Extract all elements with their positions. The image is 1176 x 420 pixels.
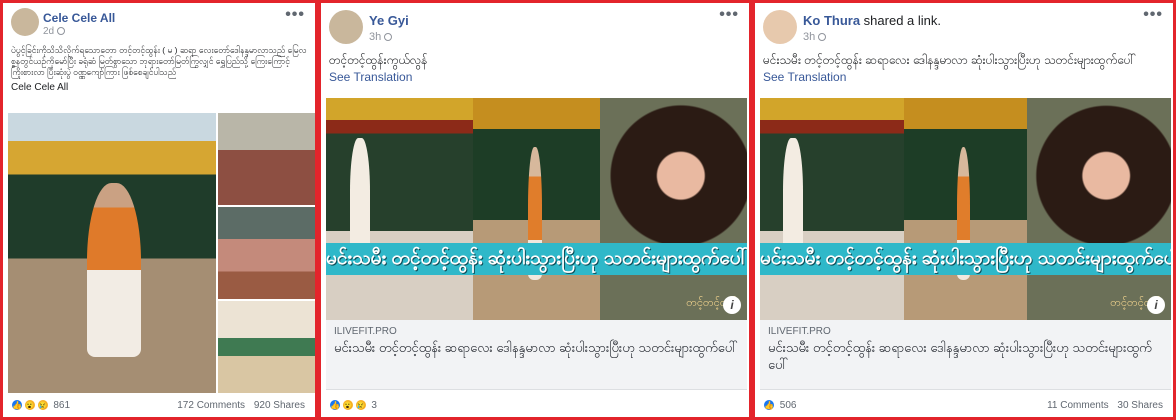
reaction-count: 861 [53, 400, 71, 411]
wow-reaction-icon: 😮 [341, 399, 354, 412]
more-options-icon[interactable]: ••• [719, 6, 739, 24]
link-preview-image[interactable]: မင်းသမီး တင့်တင့်ထွန်း ဆုံးပါးသွားပြီးဟု… [760, 98, 1171, 320]
globe-icon [818, 33, 827, 42]
like-reaction-icon: 👍 [329, 399, 341, 412]
post-header: Ko Thura shared a link. 3h ••• [755, 3, 1173, 44]
photo-portrait [1027, 98, 1171, 320]
reaction-summary[interactable]: 👍 😮 😢 3 [329, 398, 377, 414]
reaction-summary[interactable]: 👍 506 [763, 398, 796, 414]
post-timestamp[interactable]: 3h [369, 31, 393, 43]
thumbnail-photo[interactable] [218, 301, 315, 393]
photo-award [326, 98, 474, 320]
photo-figure [87, 183, 142, 357]
post-card-ye-gyi: Ye Gyi 3h ••• တင့်တင့်ထွန်းကွယ်လွန် See … [318, 0, 752, 420]
main-photo[interactable] [8, 113, 216, 393]
post-text: ပဲပွင့်ခြင်းကိုသိသိလိုက်ရသောတော တင့်တင့်… [11, 45, 307, 77]
post-card-ko-thura: Ko Thura shared a link. 3h ••• မင်းသမီး … [752, 0, 1176, 420]
author-line: Ko Thura shared a link. [803, 13, 941, 28]
post-timestamp[interactable]: 3h [803, 31, 827, 43]
shares-count[interactable]: 30 Shares [1117, 400, 1163, 411]
headline-banner: မင်းသမီး တင့်တင့်ထွန်း ဆုံးပါးသွားပြီးဟု… [760, 243, 1171, 275]
post-stats: 11 Comments 30 Shares [1047, 398, 1163, 414]
author-name[interactable]: Ko Thura [803, 13, 860, 28]
photo-award [760, 98, 904, 320]
author-name[interactable]: Cele Cele All [43, 11, 115, 25]
more-options-icon[interactable]: ••• [285, 6, 305, 24]
link-preview-caption[interactable]: ILIVEFIT.PRO မင်းသမီး တင့်တင့်ထွန်း ဆရာလ… [760, 320, 1171, 390]
link-domain: ILIVEFIT.PRO [768, 326, 831, 337]
see-translation-link[interactable]: See Translation [755, 68, 1173, 84]
like-reaction-icon: 👍 [11, 399, 23, 412]
link-title: မင်းသမီး တင့်တင့်ထွန်း ဆရာလေး ဒေါနန္ဒမာလ… [768, 340, 1152, 372]
comments-count[interactable]: 11 Comments [1047, 400, 1109, 411]
reaction-summary[interactable]: 👍 😮 😢 861 [11, 398, 70, 414]
sad-reaction-icon: 😢 [354, 399, 367, 412]
photo-grid [8, 113, 315, 393]
post-timestamp[interactable]: 2d [43, 26, 66, 37]
post-card-cele-cele-all: Cele Cele All 2d ••• ပဲပွင့်ခြင်းကိုသိသိ… [0, 0, 318, 420]
shared-link-text: shared a link. [860, 13, 941, 28]
globe-icon [384, 33, 393, 42]
see-translation-link[interactable]: See Translation [321, 68, 749, 84]
photo-nun [473, 98, 600, 320]
link-title: မင်းသမီး တင့်တင့်ထွန်း ဆရာလေး ဒေါနန္ဒမာလ… [334, 340, 739, 355]
thumbnail-photo[interactable] [218, 207, 315, 299]
avatar[interactable] [763, 10, 797, 44]
post-signature: Cele Cele All [11, 82, 69, 93]
globe-icon [57, 27, 66, 36]
info-icon[interactable]: i [723, 296, 741, 314]
post-stats: 172 Comments 920 Shares [177, 398, 305, 414]
link-preview-caption[interactable]: ILIVEFIT.PRO မင်းသမီး တင့်တင့်ထွန်း ဆရာလ… [326, 320, 747, 390]
reaction-count: 3 [371, 400, 377, 411]
comments-count[interactable]: 172 Comments [177, 400, 245, 411]
shares-count[interactable]: 920 Shares [254, 400, 305, 411]
like-reaction-icon: 👍 [763, 399, 775, 412]
photo-portrait [599, 98, 747, 320]
more-options-icon[interactable]: ••• [1143, 6, 1163, 24]
post-text: မင်းသမီး တင့်တင့်ထွန်း ဆရာလေး ဒေါနန္ဒမာလ… [763, 53, 1136, 67]
post-header: Ye Gyi 3h ••• [321, 3, 749, 44]
author-name[interactable]: Ye Gyi [369, 13, 409, 28]
post-header: Cele Cele All 2d ••• [3, 3, 315, 43]
post-text: တင့်တင့်ထွန်းကွယ်လွန် [329, 53, 428, 67]
photo-nun [903, 98, 1028, 320]
link-domain: ILIVEFIT.PRO [334, 326, 397, 337]
avatar[interactable] [329, 10, 363, 44]
avatar[interactable] [11, 8, 39, 36]
sad-reaction-icon: 😢 [36, 399, 49, 412]
wow-reaction-icon: 😮 [23, 399, 36, 412]
link-preview-image[interactable]: မင်းသမီး တင့်တင့်ထွန်း ဆုံးပါးသွားပြီးဟု… [326, 98, 747, 320]
headline-banner: မင်းသမီး တင့်တင့်ထွန်း ဆုံးပါးသွားပြီးဟု… [326, 243, 747, 275]
info-icon[interactable]: i [1147, 296, 1165, 314]
reaction-count: 506 [779, 400, 797, 411]
thumbnail-photo[interactable] [218, 113, 315, 205]
